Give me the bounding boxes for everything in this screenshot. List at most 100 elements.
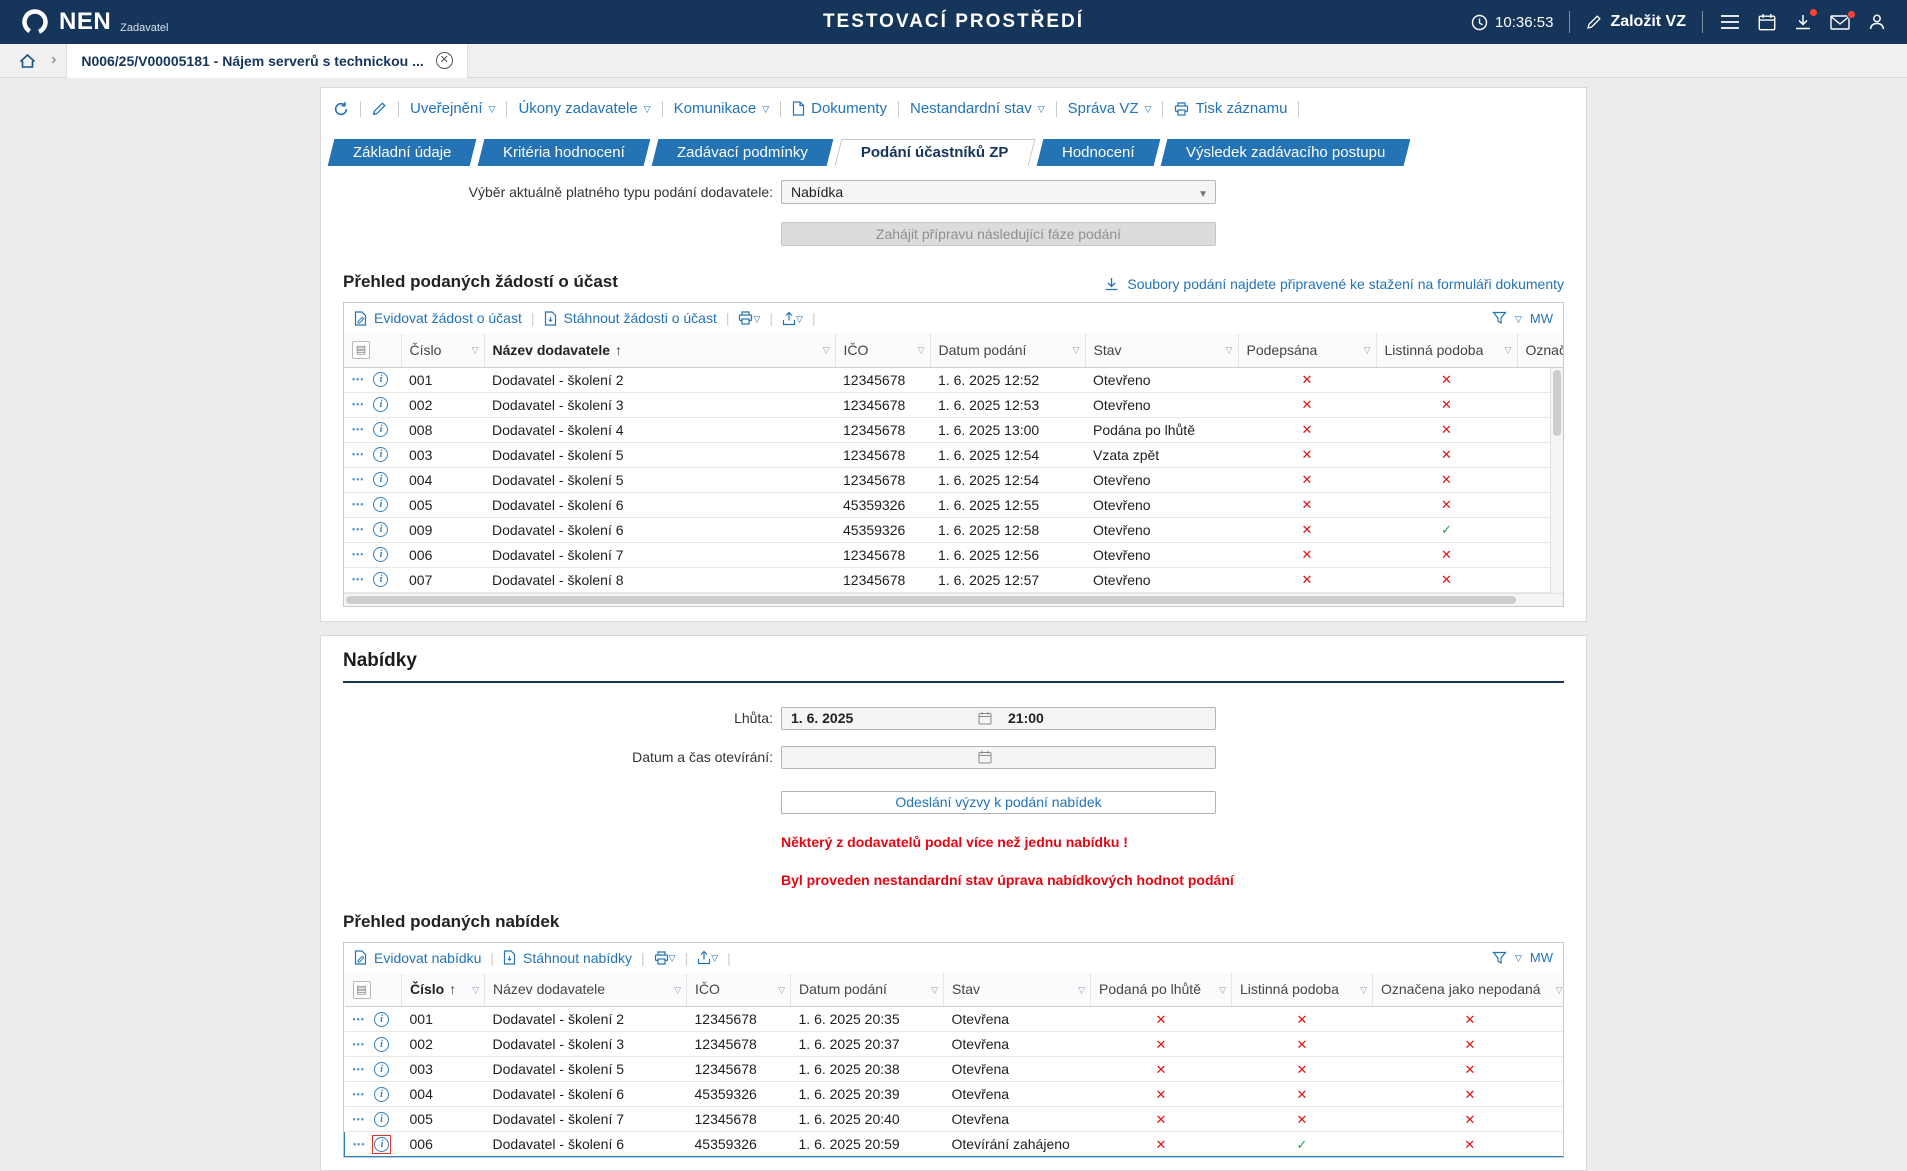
scrollbar-thumb[interactable] xyxy=(346,596,1516,604)
refresh-icon[interactable] xyxy=(333,101,349,117)
column-header-7[interactable]: Listinná podoba▽ xyxy=(1376,333,1517,367)
info-icon[interactable]: i xyxy=(373,447,388,462)
table-row[interactable]: •••i004Dodavatel - školení 5123456781. 6… xyxy=(344,467,1563,492)
filter-caret-icon[interactable]: ▽ xyxy=(1219,985,1226,996)
column-header-1[interactable]: Číslo↑▽ xyxy=(402,973,485,1007)
filter-caret-icon[interactable]: ▽ xyxy=(472,985,479,996)
chevron-down-icon[interactable]: ▽ xyxy=(796,314,803,325)
column-header-5[interactable]: Stav▽ xyxy=(944,973,1091,1007)
column-header-4[interactable]: Datum podání▽ xyxy=(930,333,1085,367)
tab-podani-ucastniku-zp[interactable]: Podání účastníků ZP xyxy=(835,139,1035,166)
mw-label[interactable]: MW xyxy=(1530,950,1553,965)
menu-nestandardni-stav[interactable]: Nestandardní stav▽ xyxy=(910,100,1045,117)
filter-caret-icon[interactable]: ▽ xyxy=(1360,985,1367,996)
filter-icon[interactable] xyxy=(1492,951,1507,965)
info-icon[interactable]: i xyxy=(374,1087,389,1102)
row-menu-icon[interactable]: ••• xyxy=(352,375,364,385)
row-menu-icon[interactable]: ••• xyxy=(352,575,364,585)
column-header-5[interactable]: Stav▽ xyxy=(1085,333,1238,367)
row-menu-icon[interactable]: ••• xyxy=(353,1089,365,1099)
table-row[interactable]: •••i006Dodavatel - školení 6453593261. 6… xyxy=(345,1132,1564,1157)
podani-type-select[interactable]: Nabídka ▼ xyxy=(781,180,1216,204)
breadcrumb-record-tab[interactable]: N006/25/V00005181 - Nájem serverů s tech… xyxy=(66,44,467,78)
menu-komunikace[interactable]: Komunikace▽ xyxy=(674,100,769,117)
files-download-link[interactable]: Soubory podání najdete připravené ke sta… xyxy=(1104,276,1564,292)
row-menu-icon[interactable]: ••• xyxy=(352,500,364,510)
next-phase-button[interactable]: Zahájit přípravu následující fáze podání xyxy=(781,222,1216,246)
mail-icon[interactable] xyxy=(1829,14,1851,31)
table-row[interactable]: •••i006Dodavatel - školení 7123456781. 6… xyxy=(344,542,1563,567)
scrollbar-thumb[interactable] xyxy=(1553,370,1561,436)
filter-caret-icon[interactable]: ▽ xyxy=(1505,345,1512,356)
column-header-1[interactable]: Číslo▽ xyxy=(401,333,484,367)
filter-caret-icon[interactable]: ▽ xyxy=(1556,985,1563,996)
menu-sprava-vz[interactable]: Správa VZ▽ xyxy=(1068,100,1152,117)
menu-icon[interactable] xyxy=(1719,13,1741,31)
filter-caret-icon[interactable]: ▽ xyxy=(1226,345,1233,356)
export-icon[interactable] xyxy=(782,311,796,326)
nen-logo-icon[interactable] xyxy=(20,7,50,37)
menu-uverejneni[interactable]: Uveřejnění▽ xyxy=(410,100,495,117)
info-icon[interactable]: i xyxy=(374,1012,389,1027)
column-settings-button[interactable]: ▤ xyxy=(345,973,402,1007)
calendar-icon[interactable] xyxy=(978,711,992,725)
table-row[interactable]: •••i007Dodavatel - školení 8123456781. 6… xyxy=(344,567,1563,592)
export-icon[interactable] xyxy=(697,950,711,965)
menu-dokumenty[interactable]: Dokumenty xyxy=(792,100,887,117)
print-icon[interactable] xyxy=(738,311,753,325)
chevron-down-icon[interactable]: ▽ xyxy=(711,953,718,964)
info-icon[interactable]: i xyxy=(374,1037,389,1052)
menu-ukony-zadavatele[interactable]: Úkony zadavatele▽ xyxy=(518,100,650,117)
column-header-6[interactable]: Podaná po lhůtě▽ xyxy=(1091,973,1232,1007)
calendar-icon[interactable] xyxy=(978,750,992,764)
info-icon[interactable]: i xyxy=(373,572,388,587)
filter-caret-icon[interactable]: ▽ xyxy=(1073,345,1080,356)
info-icon[interactable]: i xyxy=(373,547,388,562)
filter-caret-icon[interactable]: ▽ xyxy=(931,985,938,996)
info-icon[interactable]: i xyxy=(373,397,388,412)
home-icon[interactable] xyxy=(14,53,41,69)
tab-zakladni-udaje[interactable]: Základní údaje xyxy=(328,139,477,166)
table-row[interactable]: •••i009Dodavatel - školení 6453593261. 6… xyxy=(344,517,1563,542)
calendar-icon[interactable] xyxy=(1757,12,1777,32)
row-menu-icon[interactable]: ••• xyxy=(352,450,364,460)
column-header-2[interactable]: Název dodavatele▽ xyxy=(485,973,687,1007)
grid-settings-icon[interactable]: ▤ xyxy=(353,981,371,999)
row-menu-icon[interactable]: ••• xyxy=(352,400,364,410)
table-row[interactable]: •••i003Dodavatel - školení 5123456781. 6… xyxy=(345,1057,1564,1082)
table-row[interactable]: •••i005Dodavatel - školení 7123456781. 6… xyxy=(345,1107,1564,1132)
lhuta-date-input[interactable]: 1. 6. 2025 xyxy=(782,710,978,726)
column-header-4[interactable]: Datum podání▽ xyxy=(791,973,944,1007)
column-header-8[interactable]: Označe xyxy=(1517,333,1563,367)
user-icon[interactable] xyxy=(1867,12,1887,32)
evidovat-zadost-button[interactable]: Evidovat žádost o účast xyxy=(354,310,522,326)
stahnout-zadosti-button[interactable]: Stáhnout žádosti o účast xyxy=(544,310,717,326)
vertical-scrollbar[interactable] xyxy=(1550,368,1563,593)
menu-tisk-zaznamu[interactable]: Tisk záznamu xyxy=(1174,100,1287,117)
filter-caret-icon[interactable]: ▽ xyxy=(674,985,681,996)
stahnout-nabidky-button[interactable]: Stáhnout nabídky xyxy=(503,950,632,966)
lhuta-time-input[interactable]: 21:00 xyxy=(992,710,1044,726)
info-icon[interactable]: i xyxy=(373,422,388,437)
filter-caret-icon[interactable]: ▽ xyxy=(918,345,925,356)
tab-hodnoceni[interactable]: Hodnocení xyxy=(1036,139,1159,166)
edit-icon[interactable] xyxy=(372,101,387,116)
table-row[interactable]: •••i008Dodavatel - školení 4123456781. 6… xyxy=(344,417,1563,442)
filter-caret-icon[interactable]: ▽ xyxy=(778,985,785,996)
downloads-icon[interactable] xyxy=(1793,12,1813,32)
horizontal-scrollbar[interactable] xyxy=(344,593,1563,606)
column-header-2[interactable]: Název dodavatele↑▽ xyxy=(484,333,835,367)
column-settings-button[interactable]: ▤ xyxy=(344,333,401,367)
tab-zadavaci-podminky[interactable]: Zadávací podmínky xyxy=(652,139,834,166)
send-call-button[interactable]: Odeslání výzvy k podání nabídek xyxy=(781,791,1216,814)
table-row[interactable]: •••i001Dodavatel - školení 2123456781. 6… xyxy=(344,367,1563,392)
info-icon[interactable]: i xyxy=(373,472,388,487)
row-menu-icon[interactable]: ••• xyxy=(352,475,364,485)
print-icon[interactable] xyxy=(654,951,669,965)
info-icon[interactable]: i xyxy=(374,1112,389,1127)
tab-kriteria-hodnoceni[interactable]: Kritéria hodnocení xyxy=(478,139,650,166)
filter-icon[interactable] xyxy=(1492,311,1507,325)
row-menu-icon[interactable]: ••• xyxy=(353,1114,365,1124)
column-header-3[interactable]: IČO▽ xyxy=(835,333,930,367)
info-icon[interactable]: i xyxy=(373,372,388,387)
